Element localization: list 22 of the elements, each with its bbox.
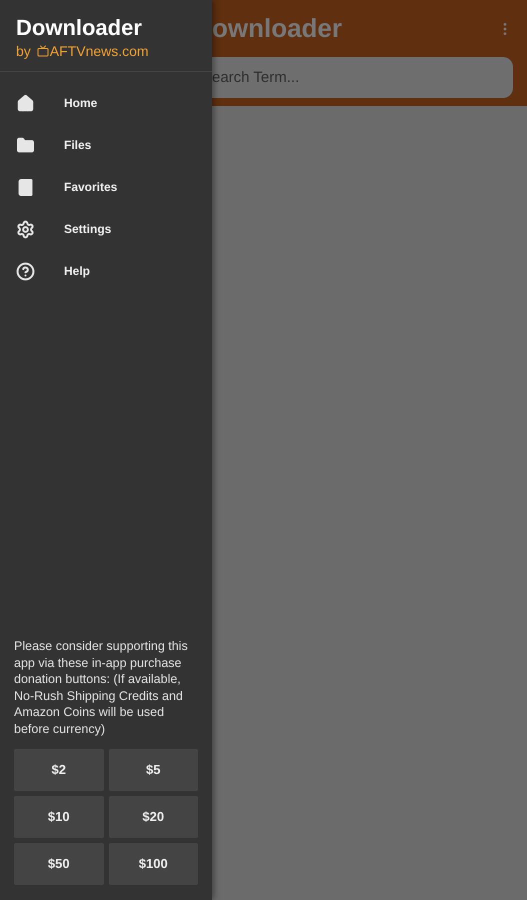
donation-button[interactable]: $50	[14, 843, 104, 885]
drawer-menu-item[interactable]: Files	[0, 124, 212, 166]
app-logo-text: Downloader	[16, 16, 143, 40]
donation-button[interactable]: $5	[108, 749, 198, 791]
app-title: ownloader	[212, 12, 342, 45]
drawer-menu-item[interactable]: Help	[0, 250, 212, 292]
search-field[interactable]: earch Term...	[212, 57, 513, 98]
drawer-menu-item[interactable]: Favorites	[0, 166, 212, 208]
donation-button[interactable]: $10	[14, 796, 104, 838]
home-icon	[16, 94, 35, 112]
donation-note: Please consider supporting this app via these in-app purchase donation buttons: (If available, No-Rush Shipping Credits and Amazon Coins will be used before currency)	[13, 638, 189, 737]
brand-name: AFTVnews.com	[50, 42, 149, 60]
drawer-menu-item[interactable]: Home	[0, 82, 212, 124]
drawer-menu-item[interactable]: Settings	[0, 208, 212, 250]
tv-icon	[36, 45, 49, 57]
by-label: by	[16, 42, 31, 60]
settings-icon	[16, 220, 35, 238]
folder-icon	[16, 136, 35, 154]
help-icon	[16, 262, 35, 280]
donation-button[interactable]: $20	[108, 796, 198, 838]
donation-button[interactable]: $100	[108, 843, 198, 885]
donation-button[interactable]: $2	[14, 749, 104, 791]
